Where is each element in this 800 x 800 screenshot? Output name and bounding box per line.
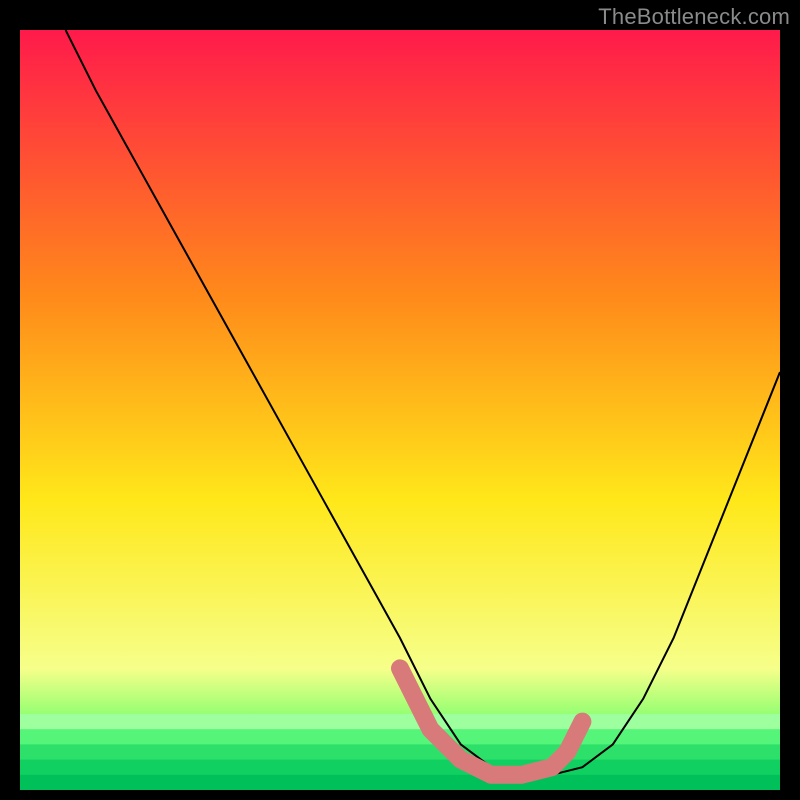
green-stripe bbox=[20, 760, 780, 776]
bottleneck-chart bbox=[20, 30, 780, 790]
green-stripes bbox=[20, 714, 780, 790]
watermark-text: TheBottleneck.com bbox=[598, 4, 790, 30]
green-stripe bbox=[20, 744, 780, 760]
green-stripe bbox=[20, 714, 780, 730]
green-stripe bbox=[20, 729, 780, 745]
green-stripe bbox=[20, 775, 780, 790]
chart-frame bbox=[20, 30, 780, 790]
